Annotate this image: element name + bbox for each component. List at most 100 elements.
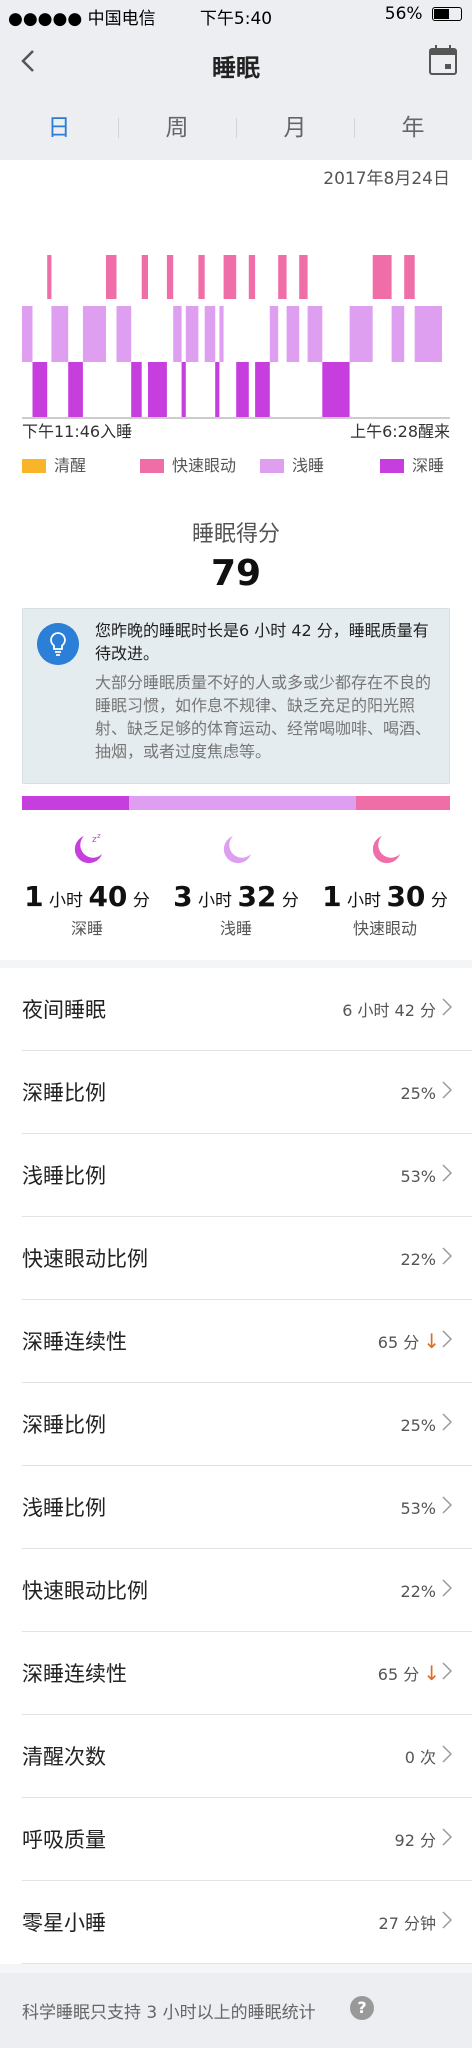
metric-label: 零星小睡 (22, 1911, 106, 1935)
legend-swatch (380, 459, 404, 473)
sleep-segment (47, 255, 52, 299)
metric-value: 53% (400, 1167, 436, 1186)
metric-value: 92 分 (394, 1831, 436, 1850)
metric-label: 夜间睡眠 (22, 998, 106, 1022)
sleep-segment (404, 255, 415, 299)
metric-row[interactable]: 深睡连续性 65 分 ↓ (22, 1632, 472, 1715)
sleep-segment (116, 306, 132, 362)
chevron-right-icon (442, 1745, 452, 1763)
sleep-segment (223, 255, 237, 299)
sleep-segment (255, 362, 270, 417)
chevron-right-icon (442, 1081, 452, 1099)
svg-text:z: z (97, 832, 101, 840)
sleep-segment (166, 255, 174, 299)
sleep-segment (286, 306, 300, 362)
sleep-segment (299, 255, 308, 299)
page-title: 睡眠 (212, 54, 260, 82)
metric-label: 快速眼动比例 (22, 1579, 148, 1603)
sleep-segment (185, 306, 199, 362)
chevron-right-icon (442, 1579, 452, 1597)
legend-item-light: 浅睡 (260, 452, 324, 476)
metric-row[interactable]: 深睡比例 25% (22, 1051, 472, 1134)
legend-label: 浅睡 (292, 456, 325, 475)
metric-row[interactable]: 呼吸质量 92 分 (22, 1798, 472, 1881)
chevron-right-icon (442, 1164, 452, 1182)
metric-row[interactable]: 快速眼动比例 22% (22, 1549, 472, 1632)
sleep-segment (141, 255, 148, 299)
sleep-segment (106, 255, 117, 299)
tab-divider (236, 118, 237, 138)
legend-label: 快速眼动 (172, 456, 237, 475)
legend-swatch (260, 459, 284, 473)
metric-row[interactable]: 深睡比例 25% (22, 1383, 472, 1466)
metric-value: 6 小时 42 分 (342, 1001, 436, 1020)
advice-box: 您昨晚的睡眠时长是6 小时 42 分，睡眠质量有待改进。 大部分睡眠质量不好的人… (22, 608, 450, 784)
stage-deep: z z 1 小时 40 分 深睡 (12, 832, 162, 939)
stage-duration: 1 小时 40 分 (24, 880, 150, 913)
sleep-segment (391, 306, 405, 362)
metric-value: 25% (400, 1416, 436, 1435)
stage-duration: 1 小时 30 分 (322, 880, 448, 913)
metric-label: 快速眼动比例 (22, 1247, 148, 1271)
nav-bar: 睡眠 (0, 30, 472, 96)
metric-label: 呼吸质量 (22, 1828, 106, 1852)
sleep-segment (215, 362, 220, 417)
advice-body: 大部分睡眠质量不好的人或多或少都存在不良的睡眠习惯，如作息不规律、缺乏充足的阳光… (95, 673, 432, 761)
tab-week[interactable]: 周 (118, 96, 236, 160)
sleep-segment (236, 362, 249, 417)
footer-text: 科学睡眠只支持 3 小时以上的睡眠统计 (22, 2003, 316, 2023)
metric-label: 深睡连续性 (22, 1662, 127, 1686)
metric-row[interactable]: 快速眼动比例 22% (22, 1217, 472, 1300)
stage-ratio-bar (22, 796, 450, 810)
trend-down-icon: ↓ (423, 1661, 440, 1685)
stage-rem: 1 小时 30 分 快速眼动 (310, 832, 460, 939)
stage-ratio-segment (129, 796, 356, 810)
stage-name: 深睡 (70, 919, 103, 938)
metric-label: 浅睡比例 (22, 1164, 106, 1188)
advice-title: 您昨晚的睡眠时长是6 小时 42 分，睡眠质量有待改进。 (95, 621, 429, 663)
chevron-right-icon (442, 1247, 452, 1265)
lightbulb-icon (37, 623, 79, 665)
chevron-right-icon (442, 1496, 452, 1514)
moon-zzz-icon: z z (74, 832, 102, 864)
metric-row[interactable]: 浅睡比例 53% (22, 1134, 472, 1217)
chevron-right-icon (442, 1330, 452, 1348)
metric-row[interactable]: 零星小睡 27 分钟 (22, 1881, 472, 1964)
sleep-segment (204, 306, 216, 362)
tab-day[interactable]: 日 (0, 96, 118, 160)
help-icon[interactable]: ? (350, 1996, 374, 2020)
metric-label: 浅睡比例 (22, 1496, 106, 1520)
metric-row[interactable]: 清醒次数 0 次 (22, 1715, 472, 1798)
bedtime-label: 下午11:46入睡 (22, 422, 133, 441)
sleep-segment (219, 306, 224, 362)
legend-item-deep: 深睡 (380, 452, 444, 476)
sleep-segment (349, 306, 373, 362)
tab-month[interactable]: 月 (236, 96, 354, 160)
legend-swatch (140, 459, 164, 473)
sleep-segment (307, 306, 323, 362)
legend-label: 深睡 (412, 456, 445, 475)
sleep-segment (372, 255, 392, 299)
legend-item-rem: 快速眼动 (140, 452, 236, 476)
stage-light: 3 小时 32 分 浅睡 (161, 832, 311, 939)
tab-year[interactable]: 年 (354, 96, 472, 160)
chevron-right-icon (442, 998, 452, 1016)
score-value: 79 (210, 553, 262, 594)
stage-duration: 3 小时 32 分 (173, 880, 299, 913)
metric-row[interactable]: 深睡连续性 65 分 ↓ (22, 1300, 472, 1383)
metric-row[interactable]: 夜间睡眠 6 小时 42 分 (22, 968, 472, 1051)
sleep-segment (68, 362, 83, 417)
chevron-right-icon (442, 1911, 452, 1929)
sleep-segment (269, 306, 279, 362)
date-label: 2017年8月24日 (323, 169, 450, 189)
sleep-segment (198, 255, 205, 299)
sleep-summary-card: 2017年8月24日 下午11:46入睡 上午6:28醒来 清醒 快速眼动 浅睡… (0, 160, 472, 960)
battery-icon (432, 7, 462, 21)
metric-row[interactable]: 浅睡比例 53% (22, 1466, 472, 1549)
tab-divider (354, 118, 355, 138)
sleep-segment (22, 306, 33, 362)
stage-ratio-segment (22, 796, 129, 810)
sleep-metrics-list: 夜间睡眠 6 小时 42 分深睡比例 25% 浅睡比例 53% 快速眼动比例 22% 深睡连续… (0, 968, 472, 1964)
sleep-segment (414, 306, 442, 362)
calendar-icon[interactable] (428, 44, 458, 76)
